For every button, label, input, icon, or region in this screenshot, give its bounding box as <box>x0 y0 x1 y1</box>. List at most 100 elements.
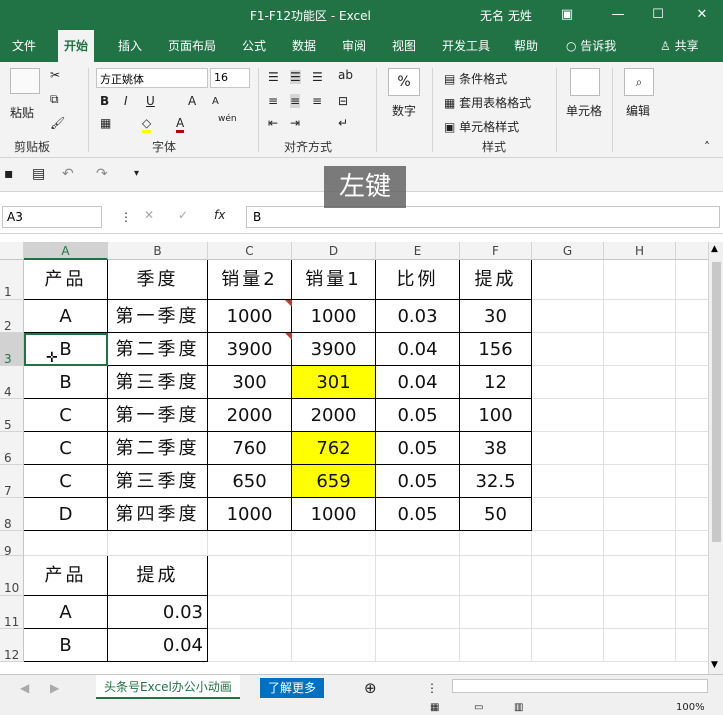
cell[interactable] <box>208 596 292 629</box>
cell[interactable] <box>292 556 376 596</box>
table-cell[interactable]: 760 <box>208 432 292 465</box>
wrap-text-icon[interactable]: ↵ <box>338 116 348 130</box>
table-cell[interactable]: 第四季度 <box>108 498 208 531</box>
cell[interactable] <box>604 629 676 662</box>
formula-input[interactable]: B <box>246 206 720 228</box>
underline-button[interactable]: U <box>146 94 155 108</box>
align-bottom-icon[interactable]: ☰ <box>312 70 323 84</box>
table-header-cell[interactable]: 产品 <box>24 260 108 300</box>
comment-indicator[interactable] <box>285 333 292 340</box>
cell[interactable] <box>24 531 108 556</box>
cell[interactable] <box>676 300 708 333</box>
cell[interactable] <box>604 465 676 498</box>
font-size-select[interactable]: 16 <box>210 68 250 88</box>
table-cell[interactable]: 3900 <box>292 333 376 366</box>
cell[interactable] <box>532 333 604 366</box>
tab-developer[interactable]: 开发工具 <box>436 30 496 62</box>
table-cell[interactable]: C <box>24 399 108 432</box>
row-header[interactable]: 10 <box>0 556 24 596</box>
cell[interactable] <box>604 333 676 366</box>
cell[interactable] <box>532 465 604 498</box>
font-color-icon[interactable]: A <box>176 116 185 133</box>
cell[interactable] <box>532 498 604 531</box>
table-cell[interactable]: 1000 <box>292 300 376 333</box>
table-cell[interactable]: 第一季度 <box>108 300 208 333</box>
row-header[interactable]: 2 <box>0 300 24 333</box>
align-middle-icon[interactable]: ☰ <box>290 70 301 84</box>
cell[interactable] <box>676 260 708 300</box>
row-header[interactable]: 4 <box>0 366 24 399</box>
grow-font-button[interactable]: A <box>188 94 196 108</box>
table-cell[interactable]: 50 <box>460 498 532 531</box>
customize-qat-icon[interactable]: ▾ <box>134 168 139 179</box>
cell[interactable] <box>376 556 460 596</box>
tab-review[interactable]: 审阅 <box>336 30 372 62</box>
table-cell[interactable]: 301 <box>292 366 376 399</box>
summary-header-cell[interactable]: 提成 <box>108 556 208 596</box>
table-cell[interactable]: C <box>24 432 108 465</box>
italic-button[interactable]: I <box>124 94 128 108</box>
percent-icon[interactable]: % <box>388 68 420 96</box>
table-cell[interactable]: 第二季度 <box>108 333 208 366</box>
cell[interactable] <box>376 531 460 556</box>
table-cell[interactable]: 0.04 <box>376 366 460 399</box>
table-cell[interactable]: 0.05 <box>376 432 460 465</box>
tab-home[interactable]: 开始 <box>58 30 95 62</box>
cell[interactable] <box>532 556 604 596</box>
align-left-icon[interactable]: ≡ <box>268 94 278 108</box>
normal-view-icon[interactable]: ▦ <box>430 702 439 713</box>
table-cell[interactable]: 1000 <box>208 498 292 531</box>
column-header[interactable]: H <box>604 242 676 260</box>
cell[interactable] <box>532 260 604 300</box>
column-header[interactable]: E <box>376 242 460 260</box>
summary-cell[interactable]: A <box>24 596 108 629</box>
cell[interactable] <box>676 399 708 432</box>
cell[interactable] <box>460 629 532 662</box>
align-center-icon[interactable]: ≡ <box>290 94 301 108</box>
summary-cell[interactable]: B <box>24 629 108 662</box>
column-header-blank[interactable] <box>676 242 708 260</box>
table-cell[interactable]: 762 <box>292 432 376 465</box>
cell[interactable] <box>604 300 676 333</box>
cell[interactable] <box>604 260 676 300</box>
sheet-tab-active[interactable]: 头条号Excel办公小动画 <box>96 675 240 699</box>
table-cell[interactable]: 12 <box>460 366 532 399</box>
add-sheet-icon[interactable]: ⊕ <box>364 679 377 697</box>
table-cell[interactable]: 650 <box>208 465 292 498</box>
cell[interactable] <box>676 432 708 465</box>
cell[interactable] <box>208 556 292 596</box>
row-header[interactable]: 3 <box>0 333 24 366</box>
font-name-select[interactable]: 方正姚体 <box>96 68 208 88</box>
cell[interactable] <box>460 596 532 629</box>
column-header[interactable]: F <box>460 242 532 260</box>
cell[interactable] <box>676 596 708 629</box>
summary-header-cell[interactable]: 产品 <box>24 556 108 596</box>
table-header-cell[interactable]: 销量1 <box>292 260 376 300</box>
column-header[interactable]: B <box>108 242 208 260</box>
column-header[interactable]: G <box>532 242 604 260</box>
sheet-tab-learn-more[interactable]: 了解更多 <box>260 678 325 698</box>
more-options-icon[interactable]: ⋮ <box>120 210 132 224</box>
shrink-font-button[interactable]: A <box>212 96 219 107</box>
cell[interactable] <box>292 629 376 662</box>
cell[interactable] <box>676 465 708 498</box>
table-header-cell[interactable]: 销量2 <box>208 260 292 300</box>
row-header[interactable]: 9 <box>0 531 24 558</box>
table-cell[interactable]: 2000 <box>208 399 292 432</box>
row-header[interactable]: 12 <box>0 629 24 662</box>
vertical-scrollbar[interactable]: ▲ ▼ <box>708 242 723 674</box>
row-header[interactable]: 8 <box>0 498 24 531</box>
cell[interactable] <box>532 596 604 629</box>
number-format-button[interactable]: 数字 <box>392 102 416 119</box>
cell-styles-button[interactable]: ▣ 单元格样式 <box>444 118 519 135</box>
name-box[interactable]: A3 <box>2 206 102 228</box>
column-header[interactable]: A <box>24 242 108 260</box>
enter-icon[interactable]: ✓ <box>178 208 188 222</box>
table-cell[interactable]: 32.5 <box>460 465 532 498</box>
table-header-cell[interactable]: 比例 <box>376 260 460 300</box>
table-cell[interactable]: 659 <box>292 465 376 498</box>
cell[interactable] <box>292 531 376 556</box>
table-cell[interactable]: 2000 <box>292 399 376 432</box>
tab-file[interactable]: 文件 <box>6 30 42 62</box>
increase-indent-icon[interactable]: ⇥ <box>290 116 300 130</box>
